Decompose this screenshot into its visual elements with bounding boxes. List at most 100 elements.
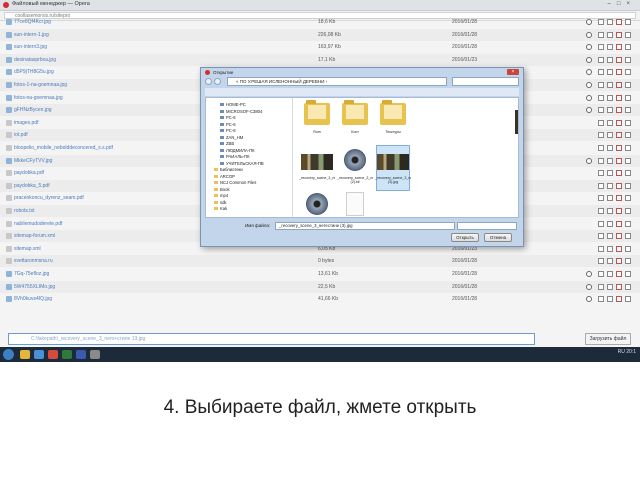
delete-icon[interactable]: [616, 132, 622, 139]
file-name-link[interactable]: bloopelio_mobile_nebolddeconcered_s.s.pd…: [14, 142, 113, 154]
edit-icon[interactable]: [607, 271, 613, 277]
download-icon[interactable]: [625, 296, 631, 303]
file-name-link[interactable]: sitemap.xml: [14, 243, 41, 255]
select-checkbox[interactable]: [598, 170, 604, 177]
file-item[interactable]: [301, 190, 333, 217]
edit-icon[interactable]: [607, 69, 613, 76]
filename-input[interactable]: _recovery_scene_3_нетестине (3).jpg: [275, 222, 455, 230]
select-checkbox[interactable]: [598, 258, 604, 265]
view-icon[interactable]: [586, 107, 592, 114]
delete-icon[interactable]: [616, 220, 622, 227]
tree-item[interactable]: Kak: [214, 206, 227, 211]
file-row[interactable]: 8Vh0kuvs4IQ.jpg 41,66 Kb 2016/01/28: [0, 293, 640, 305]
file-name-link[interactable]: sun-intern-1.jpg: [14, 29, 49, 41]
edit-icon[interactable]: [607, 157, 613, 164]
tree-item[interactable]: РАИАЛЬ-ПК: [220, 154, 250, 159]
edit-icon[interactable]: [607, 182, 613, 189]
download-icon[interactable]: [625, 233, 631, 240]
folder-item[interactable]: Rum: [301, 100, 333, 144]
edit-icon[interactable]: [607, 119, 613, 126]
file-row[interactable]: svettaronmsna.ru 0 bytes 2016/01/28: [0, 255, 640, 268]
file-name-link[interactable]: paydobka.pdf: [14, 167, 44, 179]
file-item[interactable]: _recovery_scene_3_нетестине\6.jpg: [299, 146, 335, 190]
view-icon[interactable]: [586, 56, 592, 63]
file-name-link[interactable]: paydobka_5.pdf: [14, 180, 50, 192]
edit-icon[interactable]: [607, 258, 613, 265]
delete-icon[interactable]: [616, 82, 622, 88]
file-row[interactable]: desinatasprbxa.jpg 17,1 Kb 2016/01/23: [0, 53, 640, 66]
file-row[interactable]: 77ce6Qf4Kcr.jpg 18,6 Kb 2016/01/28: [0, 16, 640, 28]
delete-icon[interactable]: [616, 170, 622, 177]
tree-item[interactable]: PC-6: [220, 122, 236, 127]
file-name-link[interactable]: robots.txt: [14, 205, 35, 217]
edit-icon[interactable]: [607, 94, 613, 101]
file-row[interactable]: 7Gq-75efloz.jpg 13,61 Kb 2016/01/28: [0, 268, 640, 280]
download-icon[interactable]: [625, 19, 631, 25]
app-icon[interactable]: [90, 350, 100, 359]
edit-icon[interactable]: [607, 107, 613, 114]
ie-icon[interactable]: [34, 350, 44, 359]
back-icon[interactable]: [205, 78, 212, 85]
view-icon[interactable]: [586, 296, 592, 303]
select-checkbox[interactable]: [598, 208, 604, 214]
delete-icon[interactable]: [616, 233, 622, 240]
edit-icon[interactable]: [607, 132, 613, 139]
word-icon[interactable]: [76, 350, 86, 359]
select-checkbox[interactable]: [598, 145, 604, 151]
tree-item[interactable]: NCJ Common Files: [214, 180, 256, 185]
file-name-link[interactable]: 8Vh0kuvs4IQ.jpg: [14, 293, 52, 305]
upload-path-field[interactable]: C:\fakepath\_recovery_scene_3_nеm+стиле …: [8, 333, 535, 345]
folder-item[interactable]: Текстуры: [377, 100, 409, 144]
edit-icon[interactable]: [607, 195, 613, 202]
download-icon[interactable]: [625, 283, 631, 290]
folder-item[interactable]: Kост: [339, 100, 371, 144]
select-checkbox[interactable]: [598, 132, 604, 139]
start-button[interactable]: [3, 349, 14, 360]
tree-item[interactable]: ARCOP: [214, 174, 235, 179]
download-icon[interactable]: [625, 145, 631, 151]
file-name-link[interactable]: fotos-1-na-goemnaa.jpg: [14, 79, 67, 91]
excel-icon[interactable]: [62, 350, 72, 359]
file-name-link[interactable]: sitemap-forum.xml: [14, 230, 55, 242]
edit-icon[interactable]: [607, 56, 613, 63]
tree-item[interactable]: mp4: [214, 193, 228, 198]
delete-icon[interactable]: [616, 31, 622, 38]
delete-icon[interactable]: [616, 283, 622, 290]
delete-icon[interactable]: [616, 145, 622, 151]
view-icon[interactable]: [586, 44, 592, 51]
delete-icon[interactable]: [616, 56, 622, 63]
tree-item[interactable]: PC-8: [220, 128, 236, 133]
delete-icon[interactable]: [616, 107, 622, 114]
edit-icon[interactable]: [607, 208, 613, 214]
file-name-link[interactable]: svettaronmsna.ru: [14, 255, 53, 267]
file-item[interactable]: _recovery_scene_3_нетестине (3).jpg: [375, 145, 411, 191]
explorer-icon[interactable]: [20, 350, 30, 359]
edit-icon[interactable]: [607, 31, 613, 38]
delete-icon[interactable]: [616, 271, 622, 277]
select-checkbox[interactable]: [598, 94, 604, 101]
edit-icon[interactable]: [607, 245, 613, 252]
file-name-link[interactable]: iot.pdf: [14, 129, 28, 141]
download-icon[interactable]: [625, 195, 631, 202]
download-icon[interactable]: [625, 31, 631, 38]
delete-icon[interactable]: [616, 44, 622, 51]
delete-icon[interactable]: [616, 245, 622, 252]
file-name-link[interactable]: 5W4755XLIMo.jpg: [14, 281, 55, 293]
view-icon[interactable]: [586, 157, 592, 164]
select-checkbox[interactable]: [598, 82, 604, 88]
select-checkbox[interactable]: [598, 182, 604, 189]
file-name-link[interactable]: 7Gq-75efloz.jpg: [14, 268, 49, 280]
file-name-link[interactable]: gFHNzBycen.jpg: [14, 104, 52, 116]
tree-item[interactable]: HOME-PC: [220, 102, 246, 107]
download-icon[interactable]: [625, 245, 631, 252]
file-name-link[interactable]: desinatasprbxa.jpg: [14, 54, 56, 66]
file-item[interactable]: [339, 190, 371, 217]
edit-icon[interactable]: [607, 283, 613, 290]
select-checkbox[interactable]: [598, 271, 604, 277]
open-button[interactable]: Открыть: [451, 233, 479, 242]
view-icon[interactable]: [586, 19, 592, 25]
select-checkbox[interactable]: [598, 233, 604, 240]
select-checkbox[interactable]: [598, 31, 604, 38]
file-name-link[interactable]: d5P9jTH8G5u.jpg: [14, 66, 54, 78]
file-name-link[interactable]: images.pdf: [14, 117, 38, 129]
